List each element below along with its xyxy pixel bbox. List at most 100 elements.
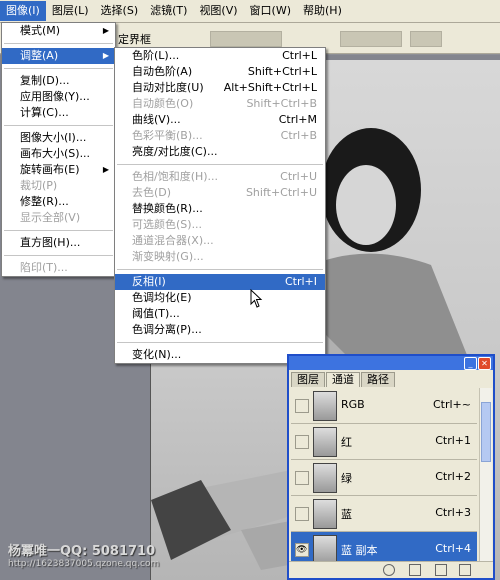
adjust-menu-item[interactable]: 亮度/对比度(C)...	[115, 144, 325, 160]
channel-shortcut: Ctrl+3	[435, 506, 471, 519]
shortcut-label: Ctrl+I	[284, 275, 317, 288]
image-menu-item[interactable]: 计算(C)...	[2, 105, 115, 121]
channel-shortcut: Ctrl+2	[435, 470, 471, 483]
adjust-menu-item-label: 变化(N)...	[132, 348, 182, 361]
adjust-menu-item-label: 色阶(L)...	[132, 49, 180, 62]
channel-shortcut: Ctrl+4	[435, 542, 471, 555]
channel-thumbnail	[313, 427, 337, 457]
align-tools-icon[interactable]	[210, 31, 282, 47]
adjust-menu-item-label: 色相/饱和度(H)...	[132, 170, 219, 183]
adjust-menu-item: 去色(D) Shift+Ctrl+U	[115, 185, 325, 201]
adjust-menu-item[interactable]: 阈值(T)...	[115, 306, 325, 322]
tab-0[interactable]: 图层	[291, 372, 325, 387]
adjust-menu-item-label: 通道混合器(X)...	[132, 234, 214, 247]
image-menu-item[interactable]: 修整(R)...	[2, 194, 115, 210]
visibility-toggle-icon[interactable]	[295, 435, 309, 449]
panel-titlebar: _ ✕	[289, 356, 493, 370]
adjust-menu-item[interactable]: 色阶(L)... Ctrl+L	[115, 48, 325, 64]
channel-row[interactable]: 红 Ctrl+1	[291, 424, 477, 460]
image-menu-item-label: 应用图像(Y)...	[20, 90, 90, 103]
menu-separator	[4, 43, 113, 44]
panel-footer	[289, 561, 493, 578]
distribute-spacing-icon[interactable]	[410, 31, 442, 47]
image-menu-item-label: 图像大小(I)...	[20, 131, 87, 144]
image-menu-item-label: 修整(R)...	[20, 195, 69, 208]
adjust-menu-item-label: 自动颜色(O)	[132, 97, 194, 110]
menu-separator	[117, 269, 323, 270]
mouse-cursor-icon	[250, 289, 263, 308]
visibility-toggle-icon[interactable]	[295, 471, 309, 485]
adjust-menu-item: 通道混合器(X)...	[115, 233, 325, 249]
show-bounding-box-label: 定界框	[118, 33, 151, 46]
channel-name: 蓝 副本	[341, 544, 378, 557]
new-channel-icon[interactable]	[435, 564, 447, 576]
image-menu-item[interactable]: 旋转画布(E) ▶	[2, 162, 115, 178]
adjust-menu-item-label: 渐变映射(G)...	[132, 250, 204, 263]
channel-row[interactable]: 蓝 Ctrl+3	[291, 496, 477, 532]
image-menu-item[interactable]: 调整(A) ▶	[2, 48, 115, 64]
scrollbar-thumb[interactable]	[481, 402, 491, 462]
menu-2[interactable]: 选择(S)	[95, 1, 145, 21]
menu-5[interactable]: 窗口(W)	[244, 1, 297, 21]
shortcut-label: Ctrl+U	[280, 170, 317, 183]
channel-name: RGB	[341, 398, 365, 411]
adjust-menu-item[interactable]: 自动对比度(U) Alt+Shift+Ctrl+L	[115, 80, 325, 96]
channel-thumbnail	[313, 499, 337, 529]
menu-4[interactable]: 视图(V)	[193, 1, 243, 21]
menu-1[interactable]: 图层(L)	[46, 1, 95, 21]
visibility-toggle-icon[interactable]: 👁	[295, 543, 309, 557]
menu-0[interactable]: 图像(I)	[0, 1, 46, 21]
distribute-tools-icon[interactable]	[340, 31, 402, 47]
adjust-menu-item-label: 自动对比度(U)	[132, 81, 204, 94]
visibility-toggle-icon[interactable]	[295, 399, 309, 413]
adjust-menu-item-label: 阈值(T)...	[132, 307, 180, 320]
image-menu: 模式(M) ▶ 调整(A) ▶ 复制(D)... 应用图像(Y)... 计算(C)... 图像…	[1, 22, 116, 277]
image-menu-item-label: 显示全部(V)	[20, 211, 81, 224]
load-selection-icon[interactable]	[383, 564, 395, 576]
adjust-menu-item-label: 去色(D)	[132, 186, 172, 199]
adjust-menu-item[interactable]: 色调分离(P)...	[115, 322, 325, 338]
channel-name: 绿	[341, 472, 352, 485]
menu-bar: 图像(I) 图层(L) 选择(S) 滤镜(T) 视图(V) 窗口(W) 帮助(H)	[0, 0, 500, 23]
image-menu-item[interactable]: 模式(M) ▶	[2, 23, 115, 39]
image-menu-item-label: 陷印(T)...	[20, 261, 68, 274]
menu-3[interactable]: 滤镜(T)	[144, 1, 193, 21]
image-menu-item[interactable]: 画布大小(S)...	[2, 146, 115, 162]
image-menu-item-label: 直方图(H)...	[20, 236, 81, 249]
image-menu-item-label: 旋转画布(E)	[20, 163, 80, 176]
image-menu-item[interactable]: 图像大小(I)...	[2, 130, 115, 146]
adjust-menu-item[interactable]: 曲线(V)... Ctrl+M	[115, 112, 325, 128]
shortcut-label: Ctrl+M	[278, 113, 317, 126]
adjust-menu-item-label: 可选颜色(S)...	[132, 218, 203, 231]
trash-icon[interactable]	[459, 564, 471, 576]
image-menu-item[interactable]: 应用图像(Y)...	[2, 89, 115, 105]
channel-thumbnail	[313, 463, 337, 493]
image-menu-item[interactable]: 直方图(H)...	[2, 235, 115, 251]
panel-scrollbar[interactable]	[479, 388, 492, 564]
channel-name: 红	[341, 436, 352, 449]
adjust-menu-item-label: 色调均化(E)	[132, 291, 192, 304]
channel-row[interactable]: 绿 Ctrl+2	[291, 460, 477, 496]
visibility-toggle-icon[interactable]	[295, 507, 309, 521]
channel-list: RGB Ctrl+~ 红 Ctrl+1 绿 Ctrl+2 蓝 Ctrl+3 👁 蓝 副本 Ctrl+…	[291, 388, 477, 568]
save-selection-icon[interactable]	[409, 564, 421, 576]
adjust-menu-item[interactable]: 替换颜色(R)...	[115, 201, 325, 217]
adjust-menu-item[interactable]: 反相(I) Ctrl+I	[115, 274, 325, 290]
minimize-icon[interactable]: _	[464, 357, 477, 370]
adjust-menu-item[interactable]: 自动色阶(A) Shift+Ctrl+L	[115, 64, 325, 80]
shortcut-label: Shift+Ctrl+B	[246, 97, 317, 110]
menu-separator	[117, 342, 323, 343]
menu-6[interactable]: 帮助(H)	[297, 1, 348, 21]
image-menu-item[interactable]: 复制(D)...	[2, 73, 115, 89]
tab-2[interactable]: 路径	[361, 372, 395, 387]
panel-tabs: 图层 通道 路径	[291, 372, 396, 387]
adjust-menu-item: 色彩平衡(B)... Ctrl+B	[115, 128, 325, 144]
adjust-menu-item[interactable]: 色调均化(E)	[115, 290, 325, 306]
image-menu-item-label: 画布大小(S)...	[20, 147, 91, 160]
adjust-menu-item-label: 反相(I)	[132, 275, 166, 288]
image-menu-item: 陷印(T)...	[2, 260, 115, 276]
channel-row[interactable]: RGB Ctrl+~	[291, 388, 477, 424]
close-icon[interactable]: ✕	[478, 357, 491, 370]
shortcut-label: Ctrl+B	[280, 129, 317, 142]
tab-1[interactable]: 通道	[326, 372, 360, 387]
